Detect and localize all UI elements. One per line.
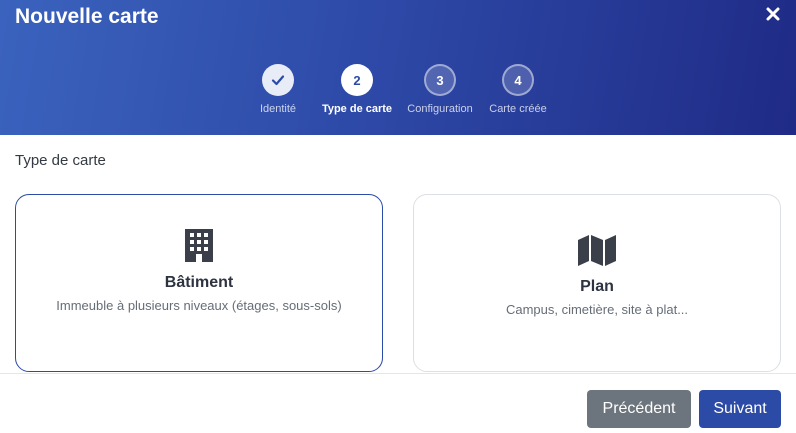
building-icon	[185, 229, 213, 262]
step-2-indicator: 2	[341, 64, 373, 96]
step-3-indicator: 3	[424, 64, 456, 96]
next-button[interactable]: Suivant	[699, 390, 781, 428]
option-title: Bâtiment	[164, 274, 234, 291]
step-1-indicator	[262, 64, 294, 96]
option-card-batiment[interactable]: Bâtiment Immeuble à plusieurs niveaux (é…	[15, 194, 383, 372]
footer-divider	[0, 373, 796, 374]
option-card-plan[interactable]: Plan Campus, cimetière, site à plat...	[413, 194, 781, 372]
previous-button[interactable]: Précédent	[587, 390, 691, 428]
step-4-indicator: 4	[502, 64, 534, 96]
step-4-label: Carte créée	[489, 103, 547, 115]
check-icon	[271, 75, 285, 86]
close-button[interactable]	[763, 4, 783, 24]
section-title: Type de carte	[15, 152, 106, 169]
dialog-title: Nouvelle carte	[15, 5, 159, 28]
dialog-header: Nouvelle carte 2 3 4 Identité Type de ca…	[0, 0, 796, 135]
option-description: Campus, cimetière, site à plat...	[505, 302, 689, 317]
option-description: Immeuble à plusieurs niveaux (étages, so…	[56, 298, 342, 313]
map-icon	[578, 235, 616, 266]
close-icon	[766, 7, 780, 21]
option-title: Plan	[580, 278, 614, 295]
